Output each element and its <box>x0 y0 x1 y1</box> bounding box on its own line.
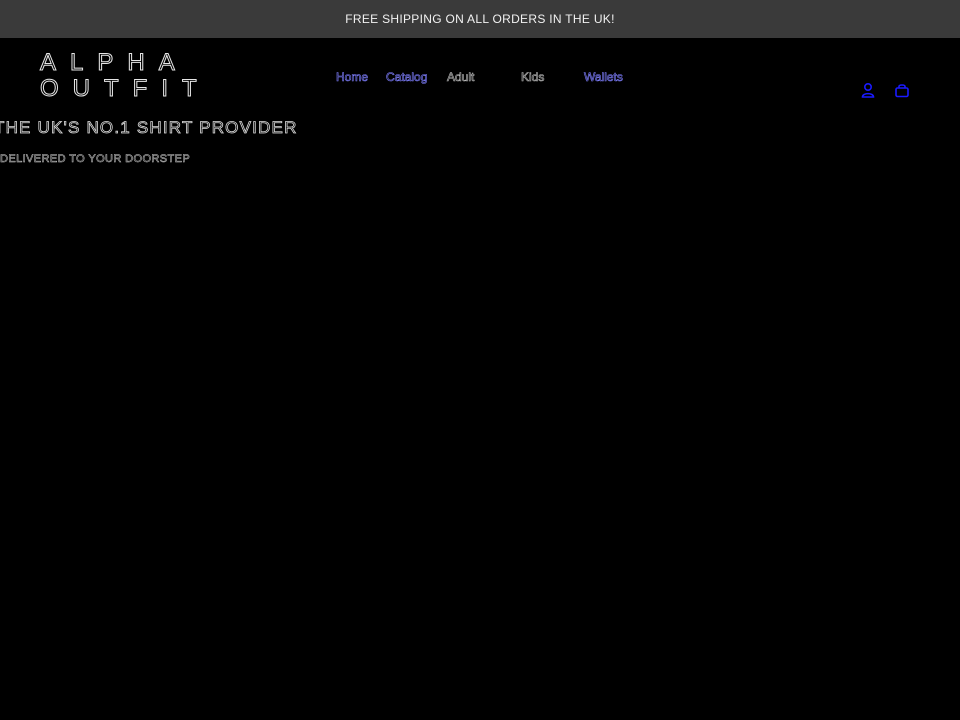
cart-button[interactable] <box>892 80 912 100</box>
announcement-text: FREE SHIPPING ON ALL ORDERS IN THE UK! <box>345 12 615 26</box>
nav-link-wallets[interactable]: Wallets <box>584 70 624 85</box>
nav-link-catalog[interactable]: Catalog <box>386 70 428 85</box>
nav-link-kids[interactable]: Kids <box>521 70 545 85</box>
hero-title: THE UK'S NO.1 SHIRT PROVIDER <box>0 118 298 138</box>
announcement-bar: FREE SHIPPING ON ALL ORDERS IN THE UK! <box>0 0 960 38</box>
account-button[interactable] <box>858 80 878 100</box>
store-logo[interactable]: ALPHA OUTFIT <box>40 49 198 102</box>
site-header: ALPHA OUTFIT Home Catalog Adult Kids Wal… <box>0 38 960 118</box>
hero-subtitle: DELIVERED TO YOUR DOORSTEP <box>0 153 191 166</box>
nav-link-adult[interactable]: Adult <box>447 70 475 85</box>
account-icon <box>861 82 875 98</box>
cart-icon <box>895 84 909 98</box>
nav-link-home[interactable]: Home <box>336 70 369 85</box>
